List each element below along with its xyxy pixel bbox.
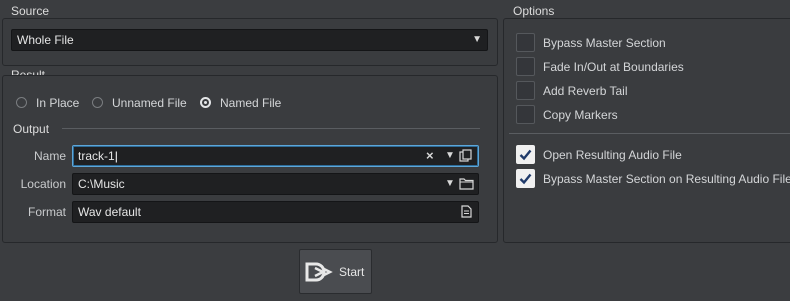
- folder-icon[interactable]: [459, 177, 474, 197]
- location-field[interactable]: C:\Music ▼: [72, 173, 479, 195]
- option-label: Bypass Master Section on Resulting Audio…: [543, 172, 790, 186]
- options-separator: [509, 133, 790, 134]
- checkmark-icon: [519, 173, 532, 185]
- checkbox-copy-markers[interactable]: [516, 105, 535, 124]
- option-label: Add Reverb Tail: [543, 84, 628, 98]
- checkbox-open-resulting-audio-file[interactable]: [516, 145, 535, 164]
- start-label: Start: [339, 265, 365, 279]
- location-value: C:\Music: [78, 177, 125, 191]
- chevron-down-icon[interactable]: ▼: [445, 174, 455, 194]
- copy-icon[interactable]: [459, 149, 472, 162]
- name-label: Name: [33, 149, 66, 163]
- checkbox-bypass-master-section-on-result[interactable]: [516, 169, 535, 188]
- render-icon: [304, 261, 334, 286]
- checkbox-add-reverb-tail[interactable]: [516, 81, 535, 100]
- radio-named-file-label: Named File: [220, 96, 282, 110]
- format-field[interactable]: Wav default: [72, 201, 479, 223]
- name-value: track-1: [78, 149, 115, 163]
- checkbox-fade-in-out[interactable]: [516, 57, 535, 76]
- format-value: Wav default: [78, 205, 141, 219]
- source-dropdown[interactable]: Whole File ▼: [11, 29, 488, 51]
- radio-unnamed-file-label: Unnamed File: [112, 96, 187, 110]
- checkbox-bypass-master-section[interactable]: [516, 33, 535, 52]
- radio-unnamed-file-circle[interactable]: [92, 97, 103, 108]
- location-label: Location: [20, 177, 66, 191]
- options-group: [503, 18, 790, 243]
- option-label: Fade In/Out at Boundaries: [543, 60, 684, 74]
- chevron-down-icon: ▼: [472, 34, 482, 45]
- checkmark-icon: [519, 149, 532, 161]
- radio-in-place-circle[interactable]: [16, 97, 27, 108]
- radio-named-file-circle[interactable]: [200, 97, 211, 108]
- start-button[interactable]: Start: [299, 249, 372, 294]
- name-input[interactable]: track-1| × ▼: [72, 145, 479, 167]
- chevron-down-icon[interactable]: ▼: [445, 146, 455, 166]
- document-icon[interactable]: [461, 205, 472, 225]
- source-title: Source: [11, 4, 50, 18]
- clear-icon[interactable]: ×: [426, 146, 434, 166]
- option-label: Open Resulting Audio File: [543, 148, 682, 162]
- option-label: Bypass Master Section: [543, 36, 666, 50]
- options-title: Options: [513, 4, 555, 18]
- output-title: Output: [13, 122, 50, 136]
- output-separator: [62, 128, 480, 129]
- format-label: Format: [27, 205, 66, 219]
- radio-in-place-label: In Place: [36, 96, 80, 110]
- option-label: Copy Markers: [543, 108, 618, 122]
- source-selected: Whole File: [17, 33, 74, 47]
